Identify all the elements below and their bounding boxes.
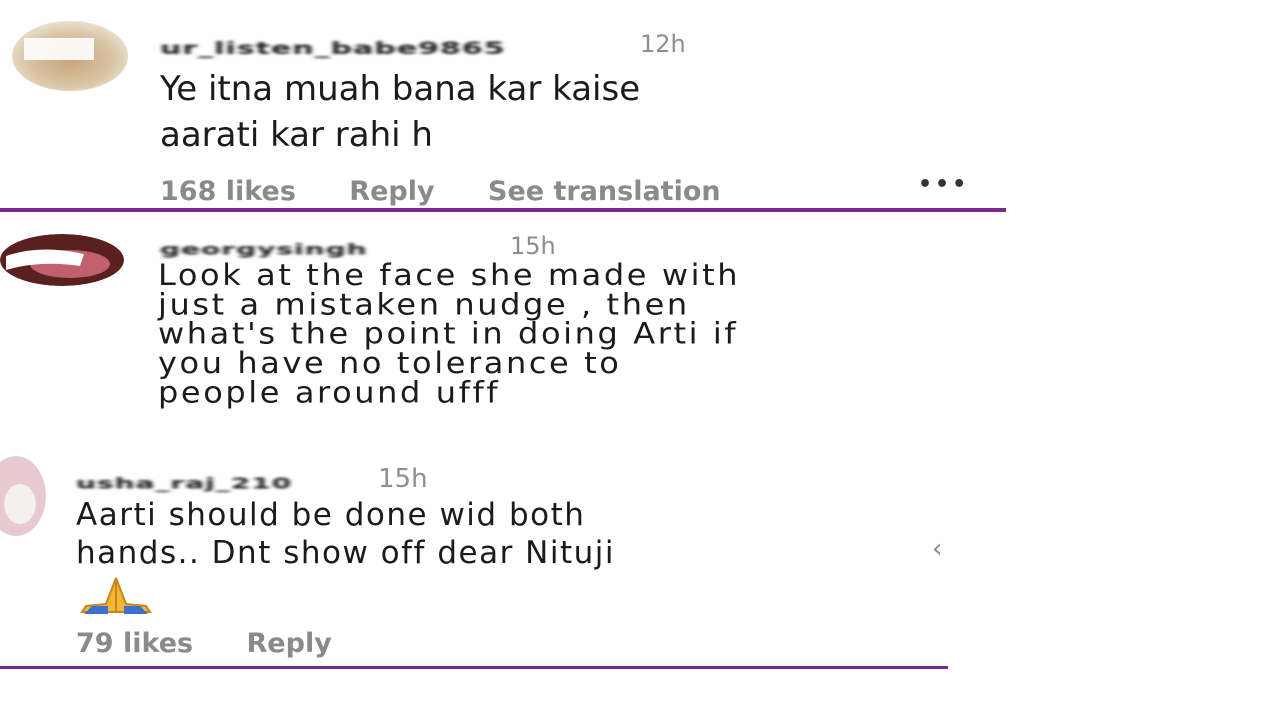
- comment-item: ur_listen_babe9865 12h Ye itna muah bana…: [0, 0, 1010, 214]
- avatar[interactable]: [10, 20, 130, 92]
- comment-item: georgysingh 15h Look at the face she mad…: [0, 224, 1090, 422]
- comment-line: Look at the face she made with: [158, 257, 741, 293]
- comment-line: hands.. Dnt show off dear Nituji: [76, 535, 616, 571]
- comment-time: 15h: [510, 232, 556, 260]
- comment-line: you have no tolerance to: [158, 345, 622, 381]
- comment-line: Aarti should be done wid both: [76, 497, 586, 533]
- username[interactable]: usha_raj_210: [76, 464, 292, 497]
- partial-glyph: ‹: [932, 534, 943, 564]
- comment-line: what's the point in doing Arti if: [158, 316, 739, 352]
- likes-count[interactable]: 168 likes: [160, 176, 296, 207]
- reply-button[interactable]: Reply: [349, 176, 434, 207]
- see-translation-button[interactable]: See translation: [488, 176, 721, 207]
- username[interactable]: ur_listen_babe9865: [160, 28, 506, 63]
- praying-hands-emoji: [78, 576, 154, 616]
- comment-text: Ye itna muah bana kar kaise aarati kar r…: [160, 66, 640, 158]
- divider: [0, 666, 948, 669]
- comment-line: Ye itna muah bana kar kaise: [160, 69, 641, 109]
- avatar[interactable]: [0, 234, 124, 286]
- divider: [0, 208, 1006, 212]
- comment-text: Look at the face she made with just a mi…: [158, 260, 740, 407]
- comment-time: 12h: [640, 30, 686, 58]
- likes-count[interactable]: 79 likes: [76, 628, 193, 659]
- comment-line: just a mistaken nudge , then: [158, 286, 690, 322]
- avatar[interactable]: [0, 456, 46, 536]
- more-options-icon[interactable]: •••: [918, 172, 969, 197]
- comment-actions: 79 likes Reply: [76, 628, 332, 659]
- comment-line: aarati kar rahi h: [160, 115, 433, 155]
- comment-time: 15h: [378, 464, 428, 494]
- comment-line: people around ufff: [158, 375, 501, 410]
- comments-screenshot: ur_listen_babe9865 12h Ye itna muah bana…: [0, 0, 1280, 720]
- comment-actions: 168 likes Reply See translation: [160, 176, 721, 207]
- comment-item: usha_raj_210 15h Aarti should be done wi…: [0, 434, 950, 674]
- comment-text: Aarti should be done wid both hands.. Dn…: [76, 496, 615, 572]
- reply-button[interactable]: Reply: [247, 628, 332, 659]
